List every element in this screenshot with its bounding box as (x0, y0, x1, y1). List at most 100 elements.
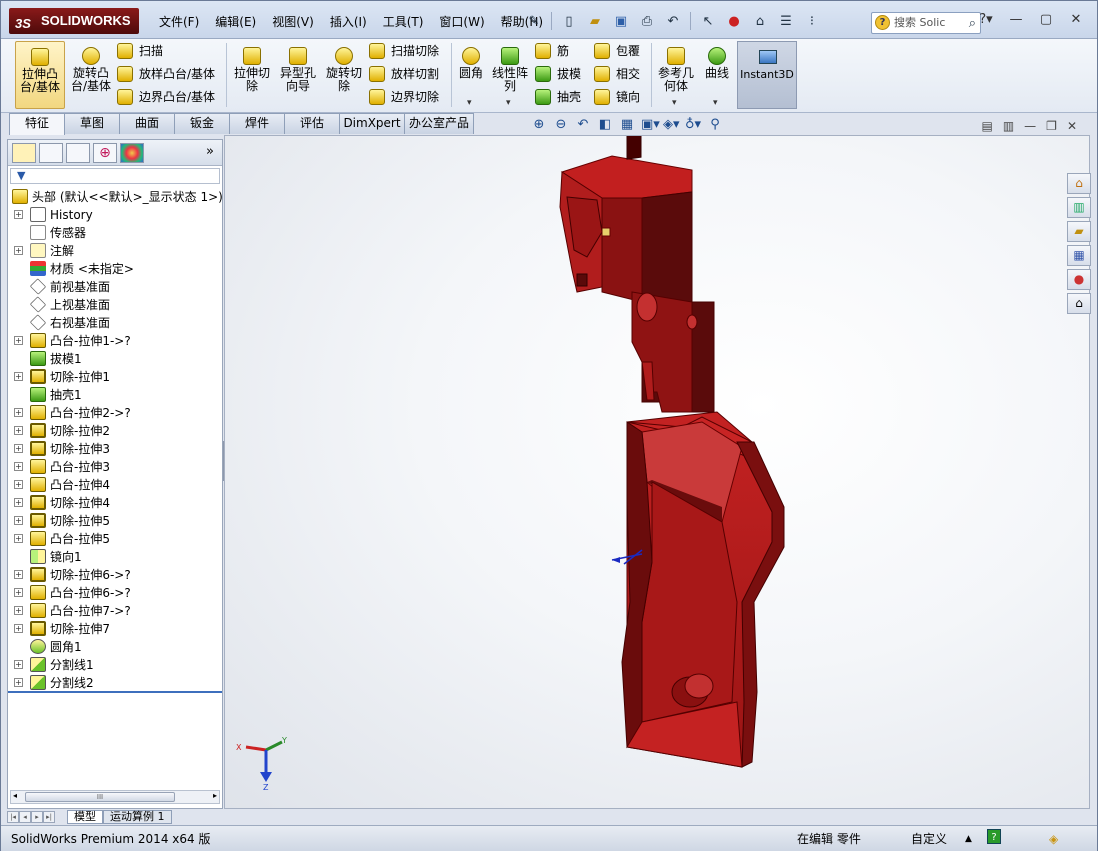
home-icon[interactable]: ⌂ (1067, 173, 1091, 194)
extrude-cut-button[interactable]: 拉伸切除 (231, 41, 273, 109)
display-style-icon[interactable]: ◈▾ (663, 117, 680, 132)
tree-item[interactable]: + 注解 (10, 242, 222, 260)
chevron-down-icon[interactable]: ▾ (506, 97, 511, 110)
viewport-minimize-icon[interactable]: — (1024, 119, 1036, 133)
zoom-to-fit-icon[interactable]: ⊕ (531, 117, 547, 132)
menu-file[interactable]: 文件(F) (151, 14, 207, 30)
tree-item[interactable]: + 切除-拉伸6->? (10, 566, 222, 584)
maximize-icon[interactable]: ▢ (1035, 11, 1057, 29)
menu-view[interactable]: 视图(V) (264, 14, 322, 30)
tab-surfaces[interactable]: 曲面 (119, 113, 175, 134)
print-icon[interactable]: ⎙ (636, 11, 658, 31)
revolve-cut-button[interactable]: 旋转切除 (323, 41, 365, 109)
tree-filter[interactable]: ▼ (10, 168, 220, 184)
scrollbar-thumb[interactable]: III (25, 792, 175, 802)
tree-item[interactable]: + 凸台-拉伸6->? (10, 584, 222, 602)
tree-item[interactable]: + 凸台-拉伸4 (10, 476, 222, 494)
tree-item[interactable]: + History (10, 206, 222, 224)
tree-item[interactable]: + 凸台-拉伸2->? (10, 404, 222, 422)
minimize-icon[interactable]: — (1005, 11, 1027, 29)
tree-root[interactable]: 头部 (默认<<默认>_显示状态 1>) (10, 188, 223, 206)
options-icon[interactable]: ☰ (775, 11, 797, 31)
first-tab-icon[interactable]: |◂ (7, 811, 19, 823)
expand-icon[interactable]: + (14, 408, 23, 417)
chevron-down-icon[interactable]: ▾ (467, 97, 472, 110)
search-box[interactable]: ? 搜索 Solic ⌕ (871, 12, 981, 34)
zoom-to-area-icon[interactable]: ⊖ (553, 117, 569, 132)
file-explorer-icon[interactable]: ▰ (1067, 221, 1091, 242)
heads-up-icon[interactable]: ⁝ (801, 11, 823, 31)
previous-view-icon[interactable]: ↶ (575, 117, 591, 132)
tree-item[interactable]: 抽壳1 (10, 386, 222, 404)
draft-button[interactable]: 拔模 (535, 64, 581, 84)
tab-evaluate[interactable]: 评估 (284, 113, 340, 134)
tree-item[interactable]: 前视基准面 (10, 278, 222, 296)
expand-icon[interactable]: + (14, 534, 23, 543)
expand-icon[interactable]: + (14, 588, 23, 597)
expand-icon[interactable]: + (14, 498, 23, 507)
tree-item[interactable]: + 切除-拉伸3 (10, 440, 222, 458)
last-tab-icon[interactable]: ▸| (43, 811, 55, 823)
menu-window[interactable]: 窗口(W) (431, 14, 492, 30)
revolve-boss-button[interactable]: 旋转凸台/基体 (67, 41, 115, 109)
custom-properties-icon[interactable]: ⌂ (1067, 293, 1091, 314)
tree-item[interactable]: 上视基准面 (10, 296, 222, 314)
scroll-left-icon[interactable]: ◂ (13, 791, 17, 800)
expand-icon[interactable]: + (14, 210, 23, 219)
tab-dimxpert[interactable]: DimXpert (339, 113, 405, 134)
wrap-button[interactable]: 包覆 (594, 41, 640, 61)
swept-cut-button[interactable]: 扫描切除 (369, 41, 439, 61)
fillet-button[interactable]: 圆角 ▾ (455, 41, 487, 109)
tab-office-products[interactable]: 办公室产品 (404, 113, 474, 134)
file-properties-icon[interactable]: ⌂ (749, 11, 771, 31)
loft-boss-button[interactable]: 放样凸台/基体 (117, 64, 215, 84)
expand-icon[interactable]: + (14, 606, 23, 615)
tree-item[interactable]: + 分割线2 (10, 674, 222, 692)
section-view-icon[interactable]: ◧ (597, 117, 613, 132)
tree-item[interactable]: + 凸台-拉伸1->? (10, 332, 222, 350)
expand-icon[interactable]: + (14, 570, 23, 579)
menu-insert[interactable]: 插入(I) (322, 14, 375, 30)
rebuild-icon[interactable]: ● (723, 11, 745, 31)
units-selector[interactable]: 自定义 (911, 828, 947, 850)
rollback-bar[interactable] (8, 691, 222, 693)
property-manager-tab-icon[interactable] (39, 143, 63, 163)
chevron-up-icon[interactable]: ▲ (965, 828, 972, 850)
tree-item[interactable]: 镜向1 (10, 548, 222, 566)
boundary-boss-button[interactable]: 边界凸台/基体 (117, 87, 215, 107)
tree-item[interactable]: + 切除-拉伸4 (10, 494, 222, 512)
expand-icon[interactable]: + (14, 624, 23, 633)
viewport-restore-icon[interactable]: ❐ (1046, 119, 1057, 133)
mirror-button[interactable]: 镜向 (594, 87, 640, 107)
help-status-icon[interactable]: ? (987, 829, 1001, 844)
rib-button[interactable]: 筋 (535, 41, 569, 61)
expand-icon[interactable]: + (14, 444, 23, 453)
tree-item[interactable]: + 切除-拉伸7 (10, 620, 222, 638)
tab-weldments[interactable]: 焊件 (229, 113, 285, 134)
viewport-split-icon[interactable]: ▥ (1003, 119, 1014, 133)
close-icon[interactable]: ✕ (1065, 11, 1087, 29)
viewport-close-icon[interactable]: ✕ (1067, 119, 1077, 133)
menu-edit[interactable]: 编辑(E) (207, 14, 264, 30)
tab-motion-study[interactable]: 运动算例 1 (103, 810, 172, 824)
expand-panel-icon[interactable]: » (206, 144, 214, 159)
display-manager-tab-icon[interactable] (120, 143, 144, 163)
feature-manager-tab-icon[interactable] (12, 143, 36, 163)
instant3d-button[interactable]: Instant3D (737, 41, 797, 109)
expand-icon[interactable]: + (14, 426, 23, 435)
lofted-cut-button[interactable]: 放样切割 (369, 64, 439, 84)
appearance-icon[interactable]: ⚲ (707, 117, 723, 132)
pin-icon[interactable]: ✎ (523, 11, 545, 31)
expand-icon[interactable]: + (14, 336, 23, 345)
graphics-area[interactable]: X Y Z (224, 135, 1090, 809)
viewport-tile-icon[interactable]: ▤ (981, 119, 992, 133)
design-library-icon[interactable]: ▥ (1067, 197, 1091, 218)
menu-tools[interactable]: 工具(T) (375, 14, 432, 30)
sweep-button[interactable]: 扫描 (117, 41, 163, 61)
save-icon[interactable]: ▣ (610, 11, 632, 31)
hole-wizard-button[interactable]: 异型孔向导 (277, 41, 319, 109)
chevron-down-icon[interactable]: ▾ (672, 97, 677, 110)
shell-button[interactable]: 抽壳 (535, 87, 581, 107)
prev-tab-icon[interactable]: ◂ (19, 811, 31, 823)
hide-show-items-icon[interactable]: ♁▾ (685, 117, 701, 132)
